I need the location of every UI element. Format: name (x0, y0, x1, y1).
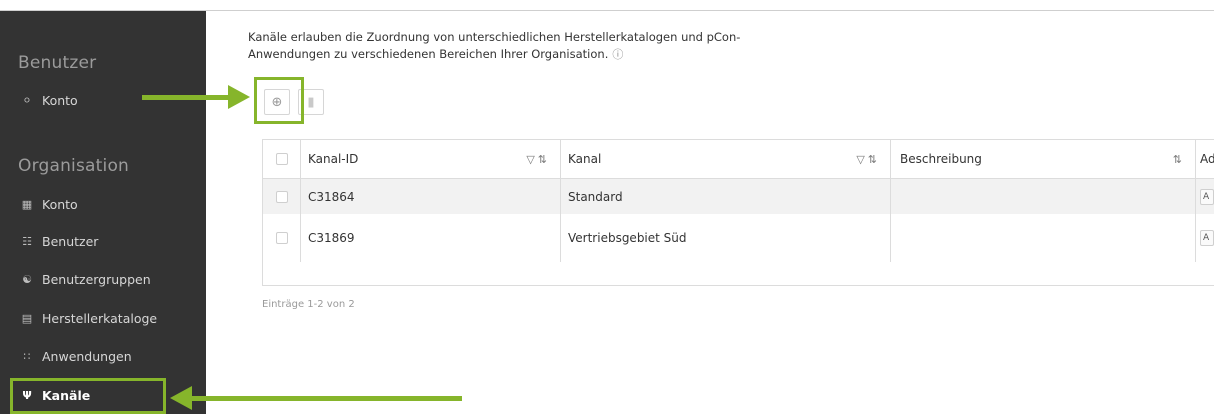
table-header-row: Kanal-ID ▽⇅ Kanal ▽⇅ Beschreibung ⇅ Ad (263, 140, 1214, 179)
section-title-organisation: Organisation (18, 156, 130, 176)
info-icon[interactable]: ⓘ (612, 48, 623, 61)
row-checkbox[interactable] (275, 232, 288, 244)
sort-icon[interactable]: ⇅ (868, 153, 880, 166)
sidebar: Benutzer ⚪ Konto Organisation ▦ Konto ☷ … (0, 11, 206, 414)
sidebar-item-anwendungen[interactable]: ∷ Anwendungen (0, 339, 206, 373)
main-content: Kanäle erlauben die Zuordnung von unters… (206, 11, 1214, 414)
sort-icon[interactable]: ⇅ (1173, 153, 1185, 166)
intro-line-1: Kanäle erlauben die Zuordnung von unters… (248, 30, 741, 44)
cell-beschreibung (890, 214, 1195, 262)
channels-icon: Ψ (22, 388, 32, 402)
intro-line-2: Anwendungen zu verschiedenen Bereichen I… (248, 47, 609, 61)
sidebar-item-label: Herstellerkataloge (42, 310, 158, 326)
sidebar-item-herstellerkataloge[interactable]: ▤ Herstellerkataloge (0, 301, 206, 335)
arrow-head-left (170, 386, 192, 410)
add-circle-icon: ⊕ (271, 94, 283, 110)
channels-table: Kanal-ID ▽⇅ Kanal ▽⇅ Beschreibung ⇅ Ad C… (262, 139, 1214, 286)
add-channel-button[interactable]: ⊕ (264, 89, 290, 115)
sidebar-item-label: Benutzergruppen (42, 271, 151, 287)
row-action-button[interactable]: A (1200, 230, 1214, 246)
trash-icon: ▮ (307, 94, 315, 110)
building-icon: ▦ (21, 197, 33, 211)
column-label: Kanal-ID (308, 152, 359, 166)
filter-icon[interactable]: ▽ (856, 153, 867, 166)
row-checkbox[interactable] (275, 190, 288, 203)
table-row[interactable]: C31869 Vertriebsgebiet Süd A (263, 214, 1214, 262)
arrow-to-kanaele (190, 396, 462, 401)
cell-beschreibung (890, 179, 1195, 214)
cell-kanal: Standard (568, 189, 623, 204)
column-label: Kanal (568, 152, 602, 166)
sidebar-item-benutzer[interactable]: ☷ Benutzer (0, 224, 206, 258)
user-groups-icon: ☯ (22, 272, 32, 286)
sidebar-item-benutzergruppen[interactable]: ☯ Benutzergruppen (0, 262, 206, 296)
arrow-to-add (142, 95, 230, 100)
arrow-head-right (228, 85, 250, 109)
column-label: Beschreibung (900, 152, 982, 166)
table-row[interactable]: C31864 Standard A (263, 179, 1214, 214)
sidebar-item-label: Konto (42, 92, 78, 108)
catalog-icon: ▤ (21, 311, 33, 325)
cell-kanal-id: C31869 (308, 231, 355, 245)
sidebar-item-org-konto[interactable]: ▦ Konto (0, 187, 206, 221)
sidebar-item-label: Benutzer (42, 233, 99, 249)
column-header-actions: Ad (1195, 140, 1214, 178)
select-all-checkbox[interactable] (275, 153, 288, 165)
delete-channel-button[interactable]: ▮ (298, 89, 324, 115)
column-label: Ad (1200, 152, 1214, 166)
column-header-beschreibung[interactable]: Beschreibung ⇅ (890, 140, 1195, 178)
row-action-button[interactable]: A (1200, 188, 1214, 205)
sidebar-item-label: Konto (42, 196, 78, 212)
section-title-benutzer: Benutzer (18, 53, 97, 73)
sidebar-item-label: Anwendungen (42, 348, 132, 364)
sidebar-item-user-konto[interactable]: ⚪ Konto (0, 83, 206, 117)
person-icon: ⚪ (22, 93, 32, 107)
filter-icon[interactable]: ▽ (526, 153, 537, 166)
apps-grid-icon: ∷ (23, 349, 31, 363)
sidebar-item-label: Kanäle (42, 387, 91, 403)
sort-icon[interactable]: ⇅ (538, 153, 550, 166)
users-icon: ☷ (22, 234, 32, 248)
intro-text: Kanäle erlauben die Zuordnung von unters… (248, 29, 808, 63)
cell-kanal-id: C31864 (308, 189, 355, 204)
entries-count: Einträge 1-2 von 2 (262, 299, 355, 310)
cell-kanal: Vertriebsgebiet Süd (568, 231, 687, 245)
column-header-kanal-id[interactable]: Kanal-ID ▽⇅ (300, 140, 560, 178)
column-header-kanal[interactable]: Kanal ▽⇅ (560, 140, 890, 178)
